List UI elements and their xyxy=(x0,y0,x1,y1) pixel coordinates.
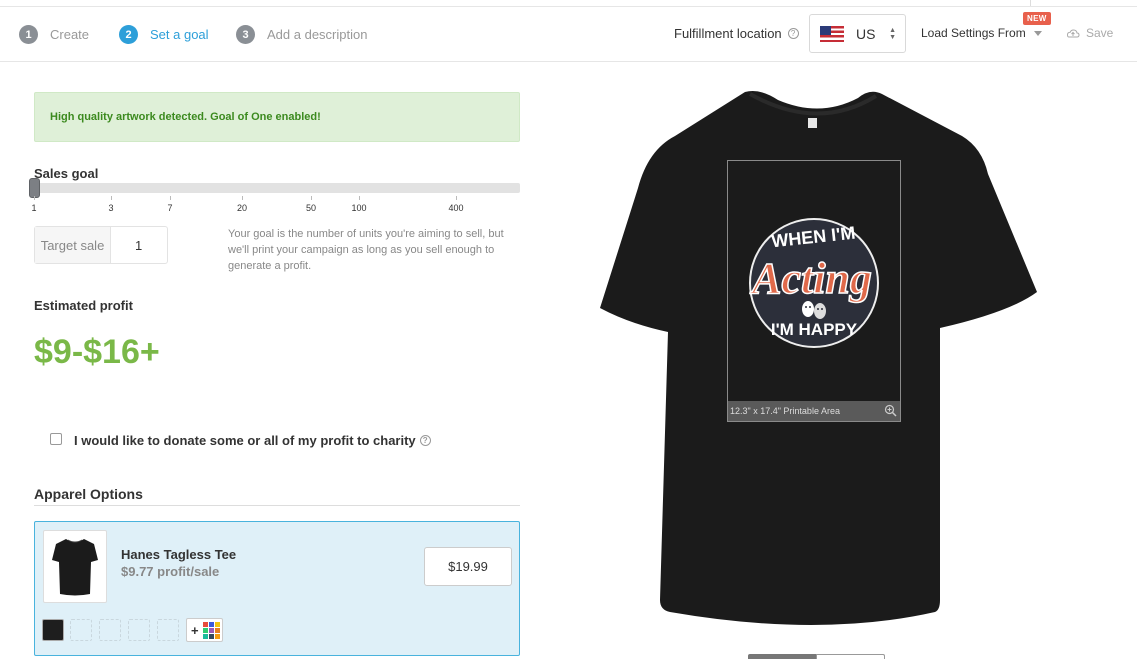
slider-tick xyxy=(34,196,35,200)
sales-goal-help-text: Your goal is the number of units you're … xyxy=(228,228,504,272)
step-add-description[interactable]: 3 Add a description xyxy=(236,25,367,44)
step-number: 3 xyxy=(236,25,255,44)
product-thumbnail xyxy=(43,530,107,603)
step-label: Create xyxy=(50,27,90,42)
printable-area-footer: 12.3" x 17.4" Printable Area xyxy=(728,401,900,421)
quality-alert: High quality artwork detected. Goal of O… xyxy=(34,92,520,142)
divider xyxy=(34,505,520,506)
add-color-button[interactable]: + xyxy=(186,618,223,642)
cloud-upload-icon xyxy=(1066,29,1080,38)
printable-area-text: 12.3" x 17.4" Printable Area xyxy=(730,406,840,416)
fulfillment-location-label: Fulfillment location ? xyxy=(674,26,799,41)
country-select[interactable]: US ▲ ▼ xyxy=(809,14,906,53)
slider-tick-label: 100 xyxy=(351,203,367,213)
step-label: Set a goal xyxy=(150,27,209,42)
top-strip-divider xyxy=(1030,0,1031,6)
slider-tick-label: 1 xyxy=(31,203,37,213)
top-strip xyxy=(0,0,1137,7)
color-swatch-empty[interactable] xyxy=(128,619,150,641)
slider-tick-label: 3 xyxy=(108,203,114,213)
view-tab-back[interactable] xyxy=(816,654,885,659)
step-number: 2 xyxy=(119,25,138,44)
donate-checkbox[interactable] xyxy=(50,433,62,445)
save-label: Save xyxy=(1086,26,1114,40)
slider-tick xyxy=(111,196,112,200)
sales-goal-slider-handle[interactable] xyxy=(29,178,40,198)
product-card[interactable]: Hanes Tagless Tee $9.77 profit/sale $19.… xyxy=(34,521,520,656)
slider-tick xyxy=(242,196,243,200)
product-profit: $9.77 profit/sale xyxy=(121,564,220,579)
tshirt-tag xyxy=(808,118,817,128)
step-set-a-goal[interactable]: 2 Set a goal xyxy=(119,25,209,44)
help-icon[interactable]: ? xyxy=(787,28,799,39)
load-settings-label: Load Settings From xyxy=(921,26,1026,40)
new-badge: NEW xyxy=(1023,12,1051,25)
zoom-in-icon[interactable] xyxy=(884,404,897,417)
apparel-options-heading: Apparel Options xyxy=(34,486,143,502)
select-arrows-icon: ▲ ▼ xyxy=(889,27,896,41)
target-sale-input[interactable]: 1 xyxy=(111,227,167,263)
color-swatch-empty[interactable] xyxy=(157,619,179,641)
price-input[interactable]: $19.99 xyxy=(424,547,512,586)
color-palette-icon xyxy=(202,621,220,639)
save-button[interactable]: Save xyxy=(1066,26,1113,40)
country-value: US xyxy=(856,25,876,42)
color-swatch-black[interactable] xyxy=(42,619,64,641)
donate-label: I would like to donate some or all of my… xyxy=(74,433,416,448)
estimated-profit-label: Estimated profit xyxy=(34,298,133,313)
us-flag-icon xyxy=(820,25,844,42)
product-name: Hanes Tagless Tee xyxy=(121,547,237,562)
fulfillment-label-text: Fulfillment location xyxy=(674,26,782,41)
help-icon[interactable]: ? xyxy=(419,435,431,446)
view-tab-front[interactable] xyxy=(748,654,816,659)
color-swatch-empty[interactable] xyxy=(70,619,92,641)
view-toggle[interactable] xyxy=(748,654,885,659)
alert-text: High quality artwork detected. Goal of O… xyxy=(50,111,321,123)
target-sale-label: Target sale xyxy=(35,227,111,263)
slider-tick xyxy=(359,196,360,200)
slider-tick-label: 7 xyxy=(167,203,173,213)
target-sale-field: Target sale 1 xyxy=(34,226,168,264)
tshirt-thumbnail-icon xyxy=(52,538,98,595)
step-create[interactable]: 1 Create xyxy=(19,25,89,44)
slider-tick-label: 20 xyxy=(236,203,248,213)
printable-area[interactable]: WHEN I'M Acting I'M HAPPY 12.3" x 17.4" … xyxy=(727,160,901,422)
slider-tick xyxy=(170,196,171,200)
design-line2: Acting xyxy=(749,254,872,303)
chevron-down-icon xyxy=(1033,30,1042,36)
color-swatch-empty[interactable] xyxy=(99,619,121,641)
sales-goal-label: Sales goal xyxy=(34,166,99,181)
sales-goal-slider-track[interactable] xyxy=(34,183,520,193)
top-bar: 1 Create 2 Set a goal 3 Add a descriptio… xyxy=(0,7,1137,62)
step-label: Add a description xyxy=(267,27,368,42)
slider-tick-label: 400 xyxy=(448,203,464,213)
plus-icon: + xyxy=(191,622,199,638)
design-line3: I'M HAPPY xyxy=(771,320,858,339)
load-settings-dropdown[interactable]: Load Settings From xyxy=(921,26,1042,40)
donate-option[interactable]: I would like to donate some or all of my… xyxy=(50,433,431,448)
step-number: 1 xyxy=(19,25,38,44)
slider-tick xyxy=(311,196,312,200)
estimated-profit-value: $9-$16+ xyxy=(34,333,160,371)
slider-tick xyxy=(456,196,457,200)
design-artwork: WHEN I'M Acting I'M HAPPY xyxy=(748,218,879,348)
slider-tick-label: 50 xyxy=(305,203,317,213)
